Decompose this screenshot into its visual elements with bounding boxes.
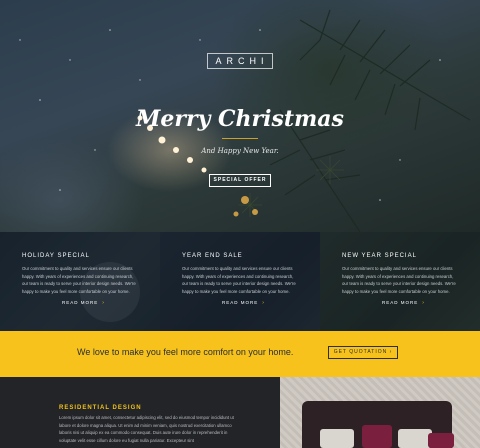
read-more-label: READ MORE [222, 300, 259, 305]
feature-holiday-special: HOLIDAY SPECIAL Our commitment to qualit… [0, 232, 160, 331]
chevron-right-icon: › [262, 300, 265, 306]
read-more-link[interactable]: READ MORE › [382, 300, 425, 306]
logo[interactable]: ARCHI [207, 53, 273, 69]
pillow [398, 429, 432, 448]
pillow [428, 433, 454, 448]
read-more-link[interactable]: READ MORE › [222, 300, 265, 306]
hero-divider [222, 138, 258, 139]
pillow [320, 429, 354, 448]
cta-banner: We love to make you feel more comfort on… [0, 331, 480, 377]
read-more-label: READ MORE [382, 300, 419, 305]
hero-subtitle: And Happy New Year. [201, 147, 279, 155]
hero-banner: ARCHI Merry Christmas And Happy New Year… [0, 0, 480, 232]
feature-text: Our commitment to quality and services e… [22, 266, 136, 294]
read-more-link[interactable]: READ MORE › [62, 300, 105, 306]
hero-title: Merry Christmas [136, 106, 344, 132]
feature-text: Our commitment to quality and services e… [342, 266, 456, 294]
get-quotation-label: GET QUOTATION [333, 349, 388, 355]
cta-text: We love to make you feel more comfort on… [77, 347, 294, 357]
read-more-label: READ MORE [62, 300, 99, 305]
residential-title: RESIDENTIAL DESIGN [59, 405, 142, 411]
feature-text: Our commitment to quality and services e… [182, 266, 296, 294]
residential-text: Lorem ipsum dolor sit amet, consectetur … [59, 415, 234, 443]
get-quotation-button[interactable]: GET QUOTATION › [328, 346, 398, 359]
bedroom-photo [280, 377, 480, 448]
chevron-right-icon: › [102, 300, 105, 306]
special-offer-button[interactable]: SPECIAL OFFER [209, 174, 271, 187]
feature-year-end-sale: YEAR END SALE Our commitment to quality … [160, 232, 320, 331]
features-row: HOLIDAY SPECIAL Our commitment to qualit… [0, 232, 480, 331]
chevron-right-icon: › [389, 349, 393, 355]
feature-title: HOLIDAY SPECIAL [22, 253, 90, 259]
pillow [362, 425, 392, 448]
chevron-right-icon: › [422, 300, 425, 306]
feature-new-year-special: NEW YEAR SPECIAL Our commitment to quali… [320, 232, 480, 331]
feature-title: YEAR END SALE [182, 253, 243, 259]
feature-title: NEW YEAR SPECIAL [342, 253, 417, 259]
